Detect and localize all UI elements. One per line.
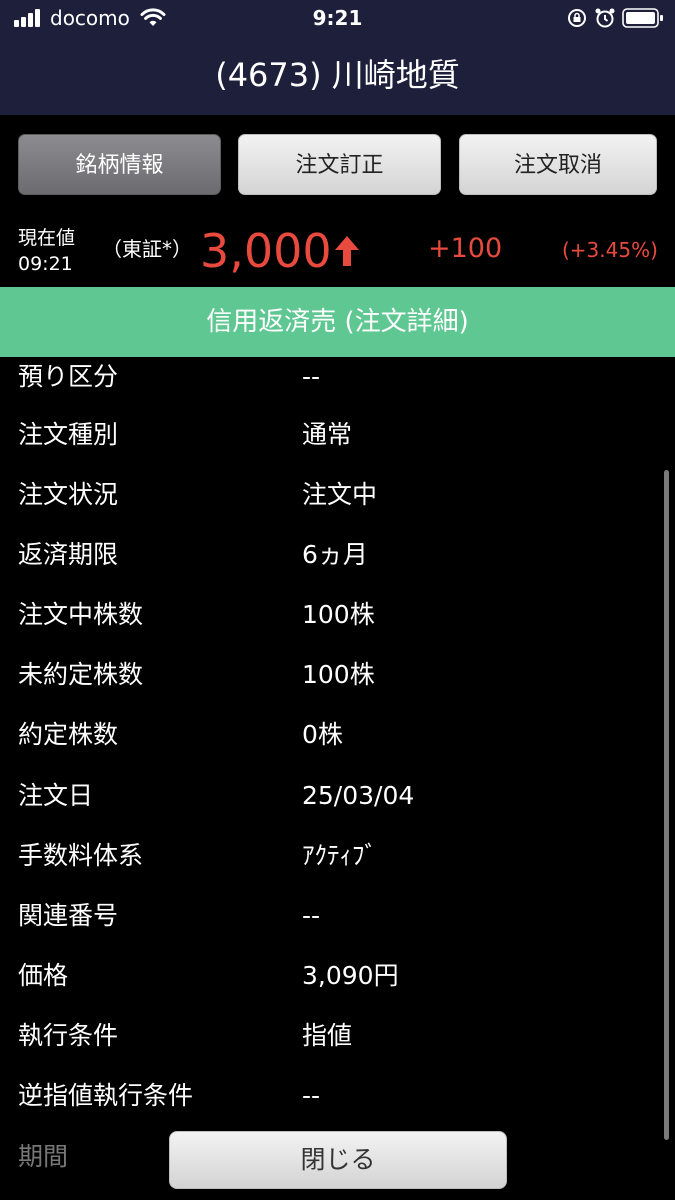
current-price-label: 現在値 xyxy=(18,227,76,249)
current-price: 3,000 xyxy=(200,224,332,278)
detail-value: 指値 xyxy=(302,1021,353,1050)
detail-key: 執行条件 xyxy=(18,1021,119,1050)
detail-key: 期間 xyxy=(18,1142,69,1171)
detail-row-filled-shares: 約定株数 0株 xyxy=(0,715,675,775)
detail-key: 注文種別 xyxy=(18,420,119,449)
detail-key: 注文状況 xyxy=(18,480,119,509)
detail-value: 100株 xyxy=(302,600,375,629)
detail-value: 100株 xyxy=(302,660,375,689)
detail-key: 価格 xyxy=(18,961,69,990)
section-header: 信用返済売 (注文詳細) xyxy=(0,287,675,357)
quote-row: 現在値 09:21 （東証*） 3,000 +100 (+3.45%) xyxy=(0,210,675,286)
action-button-row: 銘柄情報 注文訂正 注文取消 xyxy=(0,115,675,207)
status-bar: docomo 9:21 xyxy=(0,0,675,36)
scrollbar[interactable] xyxy=(664,470,669,1140)
detail-value: -- xyxy=(302,1081,321,1110)
order-detail-screen: docomo 9:21 (4673) 川崎地質 銘柄情報 注文訂正 注文取消 現… xyxy=(0,0,675,1200)
detail-key: 逆指値執行条件 xyxy=(18,1081,194,1110)
detail-row-order-status: 注文状況 注文中 xyxy=(0,475,675,535)
arrow-up-icon xyxy=(335,236,359,266)
detail-value: -- xyxy=(302,362,321,391)
detail-row-ordered-shares: 注文中株数 100株 xyxy=(0,595,675,655)
order-detail-list[interactable]: 預り区分 -- 注文種別 通常 注文状況 注文中 返済期限 6ヵ月 注文中株数 … xyxy=(0,357,675,1200)
order-cancel-button[interactable]: 注文取消 xyxy=(459,134,657,195)
detail-row-unfilled-shares: 未約定株数 100株 xyxy=(0,655,675,715)
detail-value: 注文中 xyxy=(302,480,378,509)
nav-header: (4673) 川崎地質 xyxy=(0,36,675,115)
detail-key: 関連番号 xyxy=(18,901,119,930)
order-modify-button[interactable]: 注文訂正 xyxy=(238,134,441,195)
detail-value: ｱｸﾃｨﾌﾞ xyxy=(302,841,378,870)
close-button[interactable]: 閉じる xyxy=(169,1131,507,1189)
detail-row-order-type: 注文種別 通常 xyxy=(0,415,675,475)
detail-row-fee-plan: 手数料体系 ｱｸﾃｨﾌﾞ xyxy=(0,836,675,896)
alarm-icon xyxy=(595,8,615,28)
detail-row-execution-condition: 執行条件 指値 xyxy=(0,1016,675,1076)
detail-key: 預り区分 xyxy=(18,362,119,391)
market-label: （東証*） xyxy=(102,237,192,261)
detail-value: 6ヵ月 xyxy=(302,540,368,569)
detail-row-order-date: 注文日 25/03/04 xyxy=(0,776,675,836)
detail-key: 約定株数 xyxy=(18,720,119,749)
section-title: 信用返済売 (注文詳細) xyxy=(206,307,469,337)
detail-key: 注文日 xyxy=(18,781,94,810)
stock-info-button[interactable]: 銘柄情報 xyxy=(18,134,221,195)
detail-row-deposit-type: 預り区分 -- xyxy=(0,357,675,417)
detail-row-stop-condition: 逆指値執行条件 -- xyxy=(0,1076,675,1136)
detail-value: 25/03/04 xyxy=(302,781,415,810)
detail-value: 3,090円 xyxy=(302,961,399,990)
detail-key: 返済期限 xyxy=(18,540,119,569)
detail-row-repayment-term: 返済期限 6ヵ月 xyxy=(0,535,675,595)
battery-icon xyxy=(622,8,663,28)
price-change: +100 xyxy=(428,233,503,264)
price-change-percent: (+3.45%) xyxy=(562,238,658,262)
detail-key: 手数料体系 xyxy=(18,841,144,870)
rotation-lock-icon xyxy=(568,9,586,27)
detail-row-related-number: 関連番号 -- xyxy=(0,896,675,956)
detail-key: 注文中株数 xyxy=(18,600,144,629)
quote-time: 09:21 xyxy=(18,253,73,275)
detail-value: -- xyxy=(302,901,321,930)
detail-value: 通常 xyxy=(302,420,353,449)
detail-value: 0株 xyxy=(302,720,343,749)
page-title: (4673) 川崎地質 xyxy=(215,56,460,94)
detail-key: 未約定株数 xyxy=(18,660,144,689)
detail-row-price: 価格 3,090円 xyxy=(0,956,675,1016)
